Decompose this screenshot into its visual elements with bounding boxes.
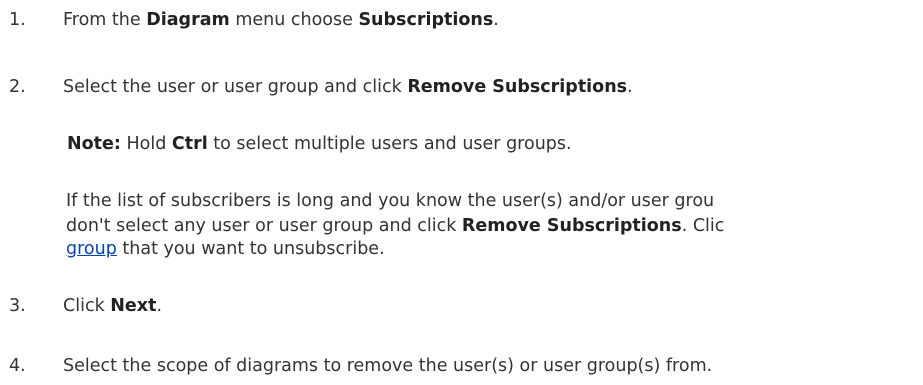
remove-subscriptions-label: Remove Subscriptions [407, 77, 628, 97]
step-1-number: 1. [9, 10, 26, 30]
step-4-text: Select the scope of diagrams to remove t… [63, 356, 713, 376]
para-line-2: don't select any user or user group and … [66, 215, 724, 237]
step-2-number: 2. [9, 77, 26, 97]
remove-subscriptions-label-2: Remove Subscriptions [461, 216, 682, 236]
subscriptions-label: Subscriptions [358, 10, 494, 30]
step-2-text: Select the user or user group and click … [63, 76, 633, 98]
para-line-3-text: that you want to unsubscribe. [116, 239, 385, 259]
diagram-menu-label: Diagram [146, 10, 230, 30]
step-3-text: Click Next. [63, 295, 162, 317]
step-2-text-b: . [627, 77, 633, 97]
step-3-number: 3. [9, 296, 26, 316]
next-label: Next [110, 296, 157, 316]
group-link[interactable]: group [66, 239, 117, 259]
para-line-1: If the list of subscribers is long and y… [66, 191, 715, 211]
step-4-number: 4. [9, 356, 26, 376]
para-line-2-text-a: don't select any user or user group and … [66, 216, 462, 236]
para-line-2-text-b: . Clic [681, 216, 725, 236]
step-3-text-a: Click [63, 296, 111, 316]
note-text-b: to select multiple users and user groups… [207, 134, 572, 154]
step-1-text-b: menu choose [229, 10, 359, 30]
step-1-text-a: From the [63, 10, 147, 30]
ctrl-key-label: Ctrl [171, 134, 208, 154]
note-text-a: Hold [120, 134, 172, 154]
note-label: Note: [67, 134, 121, 154]
help-document: 1. From the Diagram menu choose Subscrip… [0, 0, 923, 385]
step-3-text-b: . [156, 296, 163, 316]
step-2-text-a: Select the user or user group and click [63, 77, 408, 97]
para-line-3: group that you want to unsubscribe. [66, 238, 385, 260]
step-1-text: From the Diagram menu choose Subscriptio… [63, 9, 499, 31]
step-1-text-c: . [493, 10, 499, 30]
note: Note: Hold Ctrl to select multiple users… [67, 133, 572, 155]
